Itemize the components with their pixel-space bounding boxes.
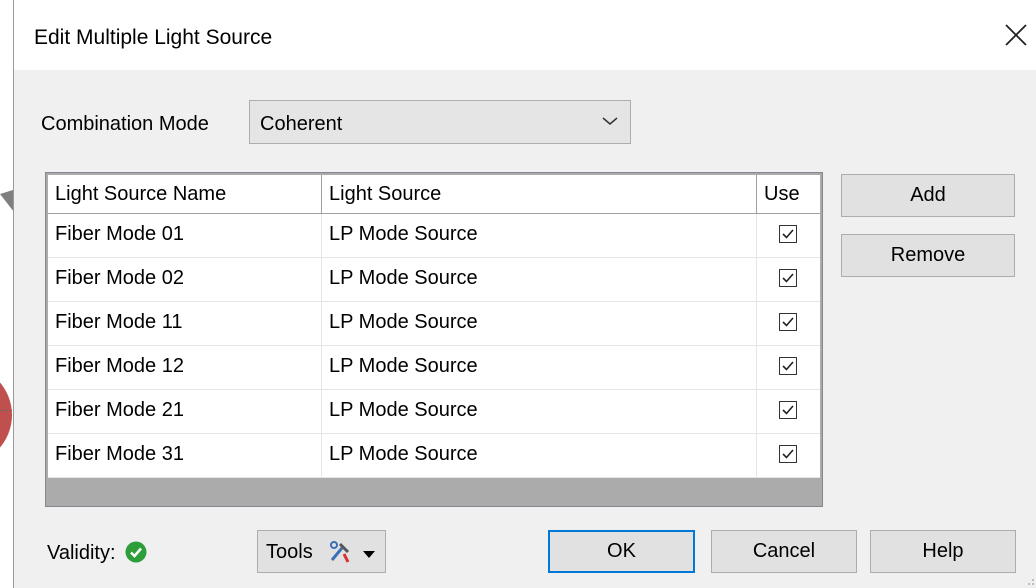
light-source-name-cell[interactable]: Fiber Mode 31 bbox=[48, 434, 322, 477]
checkmark-icon bbox=[782, 361, 794, 371]
dropdown-caret-icon bbox=[363, 551, 375, 558]
validity-label: Validity: bbox=[47, 542, 116, 564]
column-header-name[interactable]: Light Source Name bbox=[48, 175, 322, 213]
table-row[interactable]: Fiber Mode 21 LP Mode Source bbox=[48, 390, 820, 434]
title-bar: Edit Multiple Light Source bbox=[14, 0, 1036, 70]
tools-label: Tools bbox=[266, 541, 313, 563]
use-cell bbox=[757, 302, 820, 345]
column-header-use[interactable]: Use bbox=[757, 175, 820, 213]
use-cell bbox=[757, 258, 820, 301]
resize-grip-icon[interactable] bbox=[1025, 576, 1035, 586]
add-button[interactable]: Add bbox=[841, 174, 1015, 217]
cancel-button[interactable]: Cancel bbox=[711, 530, 857, 573]
checkmark-icon bbox=[782, 317, 794, 327]
light-source-type-cell[interactable]: LP Mode Source bbox=[322, 258, 757, 301]
use-cell bbox=[757, 346, 820, 389]
use-checkbox[interactable] bbox=[779, 269, 797, 287]
checkmark-icon bbox=[782, 449, 794, 459]
background-red-shape bbox=[0, 365, 12, 465]
light-source-type-cell[interactable]: LP Mode Source bbox=[322, 346, 757, 389]
dialog-title: Edit Multiple Light Source bbox=[34, 26, 273, 49]
light-source-type-cell[interactable]: LP Mode Source bbox=[322, 390, 757, 433]
table-row[interactable]: Fiber Mode 31 LP Mode Source bbox=[48, 434, 820, 478]
light-source-type-cell[interactable]: LP Mode Source bbox=[322, 214, 757, 257]
help-button[interactable]: Help bbox=[870, 530, 1016, 573]
edit-light-source-dialog: Edit Multiple Light Source Combination M… bbox=[13, 0, 1036, 588]
ok-button[interactable]: OK bbox=[548, 530, 695, 573]
remove-button[interactable]: Remove bbox=[841, 234, 1015, 277]
light-source-grid[interactable]: Light Source Name Light Source Use Fiber… bbox=[45, 172, 823, 507]
checkmark-icon bbox=[782, 229, 794, 239]
use-checkbox[interactable] bbox=[779, 225, 797, 243]
combination-mode-label: Combination Mode bbox=[41, 113, 209, 135]
checkmark-icon bbox=[782, 273, 794, 283]
light-source-name-cell[interactable]: Fiber Mode 12 bbox=[48, 346, 322, 389]
grid-header-row: Light Source Name Light Source Use bbox=[48, 175, 820, 214]
use-checkbox[interactable] bbox=[779, 357, 797, 375]
chevron-down-icon bbox=[602, 117, 618, 125]
combination-mode-value: Coherent bbox=[260, 113, 343, 135]
light-source-name-cell[interactable]: Fiber Mode 21 bbox=[48, 390, 322, 433]
combination-mode-select[interactable]: Coherent bbox=[249, 100, 631, 144]
table-row[interactable]: Fiber Mode 12 LP Mode Source bbox=[48, 346, 820, 390]
grid-rows: Fiber Mode 01 LP Mode Source Fiber Mode 02… bbox=[48, 214, 820, 478]
table-row[interactable]: Fiber Mode 01 LP Mode Source bbox=[48, 214, 820, 258]
use-checkbox[interactable] bbox=[779, 445, 797, 463]
table-row[interactable]: Fiber Mode 11 LP Mode Source bbox=[48, 302, 820, 346]
light-source-name-cell[interactable]: Fiber Mode 11 bbox=[48, 302, 322, 345]
column-header-source[interactable]: Light Source bbox=[322, 175, 757, 213]
use-cell bbox=[757, 214, 820, 257]
table-row[interactable]: Fiber Mode 02 LP Mode Source bbox=[48, 258, 820, 302]
background-dotted-line bbox=[0, 410, 14, 411]
use-cell bbox=[757, 434, 820, 477]
tools-button[interactable]: Tools bbox=[257, 530, 386, 573]
light-source-name-cell[interactable]: Fiber Mode 02 bbox=[48, 258, 322, 301]
light-source-name-cell[interactable]: Fiber Mode 01 bbox=[48, 214, 322, 257]
grid-body: Light Source Name Light Source Use Fiber… bbox=[48, 175, 820, 478]
light-source-type-cell[interactable]: LP Mode Source bbox=[322, 302, 757, 345]
light-source-type-cell[interactable]: LP Mode Source bbox=[322, 434, 757, 477]
checkmark-icon bbox=[782, 405, 794, 415]
valid-check-icon bbox=[125, 541, 147, 563]
close-icon[interactable] bbox=[1003, 22, 1029, 48]
tools-icon bbox=[330, 541, 350, 563]
use-checkbox[interactable] bbox=[779, 313, 797, 331]
use-checkbox[interactable] bbox=[779, 401, 797, 419]
use-cell bbox=[757, 390, 820, 433]
